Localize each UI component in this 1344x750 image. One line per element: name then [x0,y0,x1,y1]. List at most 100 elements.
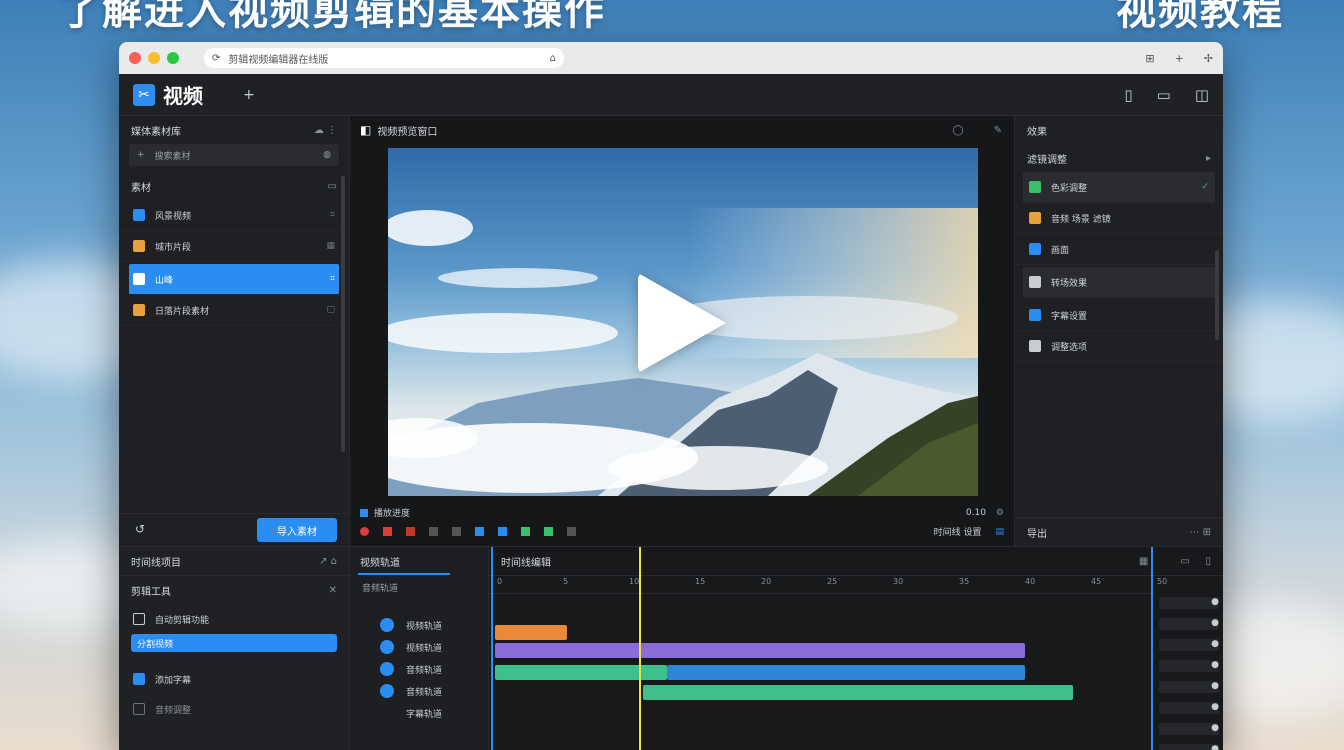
playhead[interactable] [639,547,641,750]
more-icon[interactable]: ⋯ ⊞ [1189,527,1211,538]
minimize-dot[interactable] [148,52,160,64]
filter-icon[interactable]: ◍ [323,150,331,160]
track-tab[interactable]: 视频轨道 [350,547,488,575]
track-header[interactable]: 字幕轨道 [350,702,488,724]
effect-item[interactable]: 字幕设置 [1015,300,1223,331]
item-menu-icon[interactable]: ⌗ [330,210,335,220]
track-lock-icon[interactable]: ● [1159,744,1219,750]
effect-item[interactable]: 转场效果 [1023,267,1215,298]
chat-icon[interactable]: ◯ [952,125,963,136]
media-panel-title: 媒体素材库 [131,126,181,138]
effect-item[interactable]: 调整选项 [1015,331,1223,362]
marker-icon[interactable] [475,527,484,536]
track-lock-icon[interactable]: ● [1159,702,1219,714]
effect-item[interactable]: 色彩调整 ✓ [1023,172,1215,203]
track-toggle-icon[interactable] [380,618,394,632]
refresh-icon[interactable]: ↺ [135,522,145,536]
track-lock-icon[interactable]: ● [1159,639,1219,651]
track-toggle-icon[interactable] [380,662,394,676]
stop-icon[interactable] [383,527,392,536]
close-dot[interactable] [129,52,141,64]
new-tab-icon[interactable]: + [1175,52,1184,65]
tool-item[interactable]: 添加字幕 [119,664,349,694]
track-header[interactable]: 音频轨道 [350,680,488,702]
media-item[interactable]: 城市片段 ▦ [119,231,349,262]
prev-icon[interactable] [429,527,438,536]
ruler-tick: 30 [893,577,904,586]
media-item[interactable]: 风景视频 ⌗ [119,200,349,231]
track-header[interactable]: 视频轨道 [350,614,488,636]
tabs-icon[interactable]: ⊞ [1145,52,1154,65]
in-marker[interactable] [491,547,493,750]
music-clip[interactable] [667,665,1025,680]
expand-icon[interactable]: ↗ ⌂ [319,556,337,567]
audio-icon[interactable] [544,527,553,536]
cut-icon[interactable] [406,527,415,536]
address-bar[interactable]: ⟳ 剪辑视频编辑器在线版 ⌂ [204,48,564,68]
grid-icon[interactable]: ▦ ▭ ▯ [1139,556,1211,567]
track-lock-icon[interactable]: ● [1159,618,1219,630]
add-icon[interactable]: + [243,87,255,103]
item-menu-icon[interactable]: ▢ [326,305,335,315]
effects-section: 滤镜调整 ▸ [1015,144,1223,172]
layout-icon[interactable]: ▤ [995,527,1004,537]
track-lock-icon[interactable]: ● [1159,681,1219,693]
arrow-right-icon[interactable]: ▸ [1206,153,1211,164]
track-lock-icon[interactable]: ● [1159,723,1219,735]
device-icon[interactable]: ▯ [1124,86,1132,104]
ruler-tick: 5 [563,577,569,586]
item-menu-icon[interactable]: ⌗ [330,274,335,284]
track-toggle-icon[interactable] [380,706,394,720]
video-preview[interactable] [388,148,978,496]
display-icon[interactable]: ▭ [1157,86,1171,104]
scrollbar[interactable] [1215,250,1219,340]
extensions-icon[interactable]: ✢ [1204,52,1213,65]
cloud-icon[interactable]: ☁ ⋮ [314,125,337,136]
scrollbar[interactable] [341,176,345,452]
edit-icon[interactable]: ✎ [994,125,1002,136]
subtitle-clip[interactable] [643,685,1073,700]
settings-icon[interactable]: ⚙ [996,508,1004,518]
track-lock-icon[interactable]: ● [1159,660,1219,672]
media-item-selected[interactable]: 山峰 ⌗ [129,264,339,295]
split-tool-label: 分割视频 [137,639,174,650]
track-toggle-icon[interactable] [380,684,394,698]
track-toggle-icon[interactable] [380,640,394,654]
time-ruler[interactable]: 0510152025303540455055 [489,577,1167,594]
close-icon[interactable]: ✕ [329,585,337,596]
audio-clip[interactable] [495,665,667,680]
effect-label: 转场效果 [1051,278,1088,289]
loop-icon[interactable] [498,527,507,536]
split-tool-button[interactable]: 分割视频 [131,634,337,652]
effect-label: 色彩调整 [1051,183,1088,194]
item-menu-icon[interactable]: ▦ [326,241,335,251]
import-button[interactable]: 导入素材 [257,518,337,542]
maximize-dot[interactable] [167,52,179,64]
effect-item[interactable]: 画面 [1015,234,1223,265]
effect-item[interactable]: 音频 场景 滤镜 [1015,203,1223,234]
timeline-tracks[interactable]: 时间线编辑 ▦ ▭ ▯ 0510152025303540455055 ●●●●●… [489,547,1223,750]
track-lock-icon[interactable]: ● [1159,597,1219,609]
media-item[interactable]: 日落片段素材 ▢ [119,295,349,326]
volume-icon[interactable] [567,527,576,536]
color-icon [1029,181,1041,193]
reload-icon[interactable]: ⟳ [212,53,220,64]
tool-item[interactable]: 自动剪辑功能 [119,604,349,634]
next-icon[interactable] [452,527,461,536]
media-section-label: 素材 [131,182,151,194]
address-url: 剪辑视频编辑器在线版 [228,54,329,66]
tools-panel: 时间线项目 ↗ ⌂ 剪辑工具 ✕ 自动剪辑功能 分割视频 添加字幕 音频调整 [119,547,350,750]
list-view-icon[interactable]: ▭ [328,181,337,192]
search-input[interactable]: + 搜索素材 ◍ [129,144,339,166]
track-headers: 视频轨道 音频轨道 视频轨道 视频轨道 音频轨道 音频轨道 字幕轨道 [350,547,489,750]
play-icon[interactable] [638,273,726,373]
export-icon[interactable]: ◫ [1195,86,1209,104]
track-header[interactable]: 视频轨道 [350,636,488,658]
record-icon[interactable] [360,527,369,536]
out-marker[interactable] [1151,547,1153,750]
track-header[interactable]: 音频轨道 [350,658,488,680]
video-clip[interactable] [495,643,1025,658]
title-clip[interactable] [495,625,567,640]
split-icon[interactable] [521,527,530,536]
tool-item[interactable]: 音频调整 [119,694,349,724]
